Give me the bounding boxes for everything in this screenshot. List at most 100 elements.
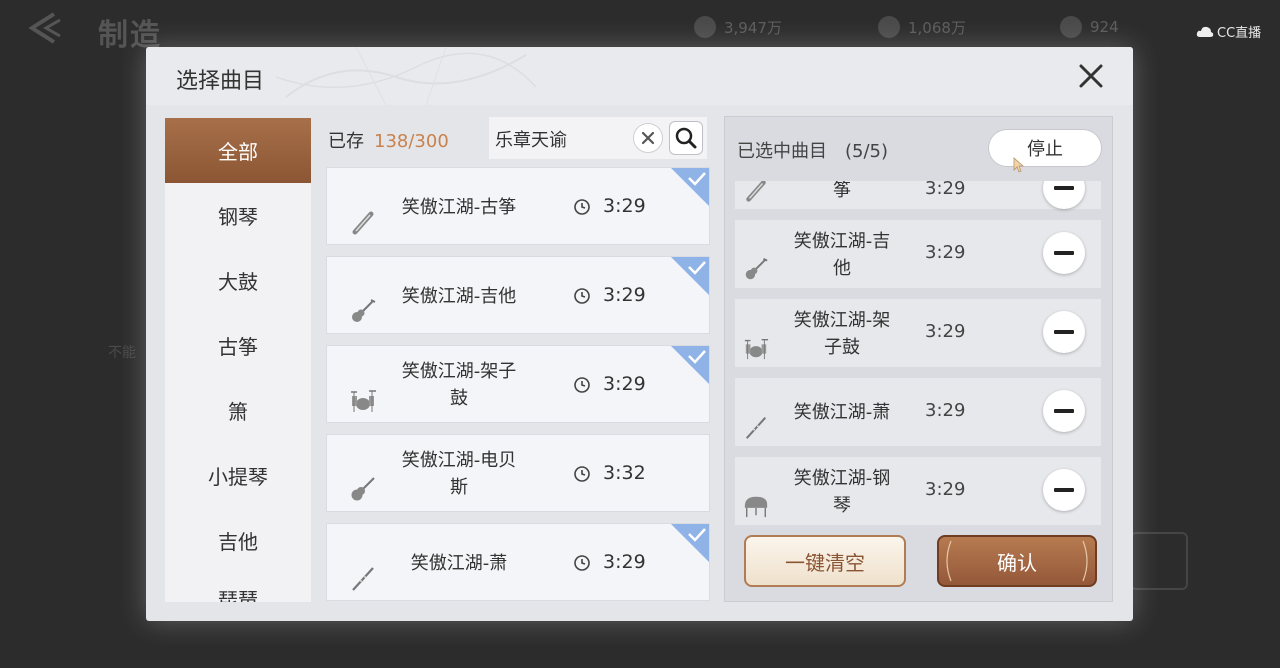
- stop-button[interactable]: 停止: [988, 129, 1102, 167]
- resource-value: 1,068万: [908, 18, 966, 37]
- song-name-line: 笑傲江湖-吉: [793, 231, 891, 252]
- category-label: 钢琴: [218, 205, 258, 229]
- song-name-line: 他: [833, 258, 851, 279]
- dialog-header: 选择曲目: [146, 47, 1133, 105]
- selected-count: (5/5): [845, 141, 889, 162]
- mouse-pointer-icon: [1013, 157, 1025, 173]
- song-name-line: 筝: [833, 181, 851, 201]
- category-label: 琵琶: [218, 588, 258, 602]
- song-name-line: 笑傲江湖-吉他: [401, 286, 517, 307]
- category-xiao[interactable]: 箫: [165, 378, 311, 443]
- song-duration: 3:29: [603, 551, 646, 573]
- category-label: 古筝: [218, 335, 258, 359]
- category-pipa[interactable]: 琵琶: [165, 573, 311, 602]
- song-name-line: 斯: [450, 477, 468, 498]
- song-name-line: 笑傲江湖-古筝: [401, 197, 517, 218]
- remove-song-button[interactable]: [1043, 390, 1085, 432]
- search-box[interactable]: 乐章天谕: [489, 117, 707, 159]
- resource-crystal: 3,947万: [694, 16, 782, 38]
- ornament-icon: [1082, 540, 1088, 582]
- remove-song-button[interactable]: [1043, 311, 1085, 353]
- crystal-icon: [694, 16, 716, 38]
- category-label: 小提琴: [208, 465, 268, 489]
- stored-count: 已存 138/300: [328, 127, 449, 153]
- song-card[interactable]: 笑傲江湖-吉他 3:29: [326, 256, 710, 334]
- song-card[interactable]: 笑傲江湖-古筝 3:29: [326, 167, 710, 245]
- song-name: 笑傲江湖-萧: [389, 550, 529, 577]
- selected-songs-panel: 已选中曲目 (5/5) 停止 筝 3:29 笑傲江湖-吉他 3:29 笑傲江湖-架 子鼓 3:…: [724, 116, 1113, 602]
- background-side-text: 不能: [108, 345, 136, 361]
- resource-value: 924: [1090, 18, 1119, 36]
- selected-title-label: 已选中曲目: [737, 141, 827, 162]
- dialog-title: 选择曲目: [176, 69, 265, 94]
- song-duration: 3:32: [603, 462, 646, 484]
- back-arrow-icon[interactable]: [24, 10, 68, 46]
- song-duration: 3:29: [603, 284, 646, 306]
- song-name-line: 笑傲江湖-架子: [401, 361, 517, 382]
- resource-badge: 924: [1060, 16, 1119, 38]
- search-input[interactable]: 乐章天谕: [495, 126, 567, 152]
- remove-song-button[interactable]: [1043, 469, 1085, 511]
- category-label: 全部: [218, 140, 258, 164]
- coin-icon: [878, 16, 900, 38]
- song-name-line: 笑傲江湖-钢: [793, 468, 891, 489]
- cc-logo-text: CC直播: [1217, 26, 1262, 41]
- selected-title: 已选中曲目 (5/5): [737, 137, 888, 163]
- clear-all-button[interactable]: 一键清空: [744, 535, 906, 587]
- clear-x-icon: [641, 131, 655, 145]
- close-icon[interactable]: [1078, 63, 1104, 89]
- category-all[interactable]: 全部: [165, 118, 311, 183]
- search-icon: [675, 127, 697, 149]
- selected-song-name: 笑傲江湖-架 子鼓: [781, 307, 903, 361]
- selected-song-name: 笑傲江湖-吉他: [781, 228, 903, 282]
- category-label: 大鼓: [218, 270, 258, 294]
- category-label: 箫: [228, 400, 248, 424]
- song-name-line: 笑傲江湖-电贝: [401, 450, 517, 471]
- selected-song-row: 笑傲江湖-萧 3:29: [735, 378, 1101, 446]
- category-drum[interactable]: 大鼓: [165, 248, 311, 313]
- category-label: 吉他: [218, 530, 258, 554]
- confirm-label: 确认: [997, 550, 1037, 575]
- selected-song-duration: 3:29: [925, 479, 966, 500]
- ornament-icon: [946, 540, 952, 582]
- selected-list: 筝 3:29 笑傲江湖-吉他 3:29 笑傲江湖-架 子鼓 3:29 笑傲江湖-萧 3:29 笑傲…: [735, 181, 1101, 527]
- selected-song-row: 笑傲江湖-架 子鼓 3:29: [735, 299, 1101, 367]
- remove-song-button[interactable]: [1043, 232, 1085, 274]
- song-card[interactable]: 笑傲江湖-萧 3:29: [326, 523, 710, 601]
- selected-song-duration: 3:29: [925, 242, 966, 263]
- category-list: 全部 钢琴 大鼓 古筝 箫 小提琴 吉他 琵琶: [165, 118, 311, 602]
- clear-search-button[interactable]: [633, 123, 663, 153]
- song-name-line: 鼓: [450, 388, 468, 409]
- category-violin[interactable]: 小提琴: [165, 443, 311, 508]
- song-name-line: 笑傲江湖-萧: [793, 402, 891, 423]
- selected-song-name: 筝: [781, 181, 903, 204]
- song-card[interactable]: 笑傲江湖-架子鼓 3:29: [326, 345, 710, 423]
- song-name-line: 琴: [833, 495, 851, 516]
- selected-song-row: 笑傲江湖-吉他 3:29: [735, 220, 1101, 288]
- cc-live-logo: CC直播: [1196, 22, 1261, 41]
- song-name: 笑傲江湖-电贝斯: [389, 447, 529, 501]
- song-name: 笑傲江湖-古筝: [389, 194, 529, 221]
- selected-song-name: 笑傲江湖-萧: [781, 399, 903, 426]
- select-song-dialog: 选择曲目 全部 钢琴 大鼓 古筝 箫 小提琴 吉他 琵琶 已存 138/300 乐…: [146, 47, 1133, 621]
- category-guzheng[interactable]: 古筝: [165, 313, 311, 378]
- selected-song-row: 笑傲江湖-钢琴 3:29: [735, 457, 1101, 525]
- badge-icon: [1060, 16, 1082, 38]
- selected-song-duration: 3:29: [925, 181, 966, 199]
- song-duration: 3:29: [603, 373, 646, 395]
- search-button[interactable]: [669, 121, 703, 155]
- song-name: 笑傲江湖-架子鼓: [389, 358, 529, 412]
- background-button: [1130, 532, 1188, 590]
- song-card[interactable]: 笑傲江湖-电贝斯 3:32: [326, 434, 710, 512]
- confirm-button[interactable]: 确认: [937, 535, 1097, 587]
- clear-all-label: 一键清空: [785, 550, 865, 575]
- category-piano[interactable]: 钢琴: [165, 183, 311, 248]
- song-name-line: 笑傲江湖-架: [793, 310, 891, 331]
- song-duration: 3:29: [603, 195, 646, 217]
- song-name-line: 子鼓: [824, 337, 860, 358]
- category-guitar[interactable]: 吉他: [165, 508, 311, 573]
- song-name-line: 笑傲江湖-萧: [410, 553, 508, 574]
- remove-song-button[interactable]: [1043, 181, 1085, 209]
- stored-label: 已存: [328, 131, 364, 152]
- cloud-icon: [1196, 26, 1214, 37]
